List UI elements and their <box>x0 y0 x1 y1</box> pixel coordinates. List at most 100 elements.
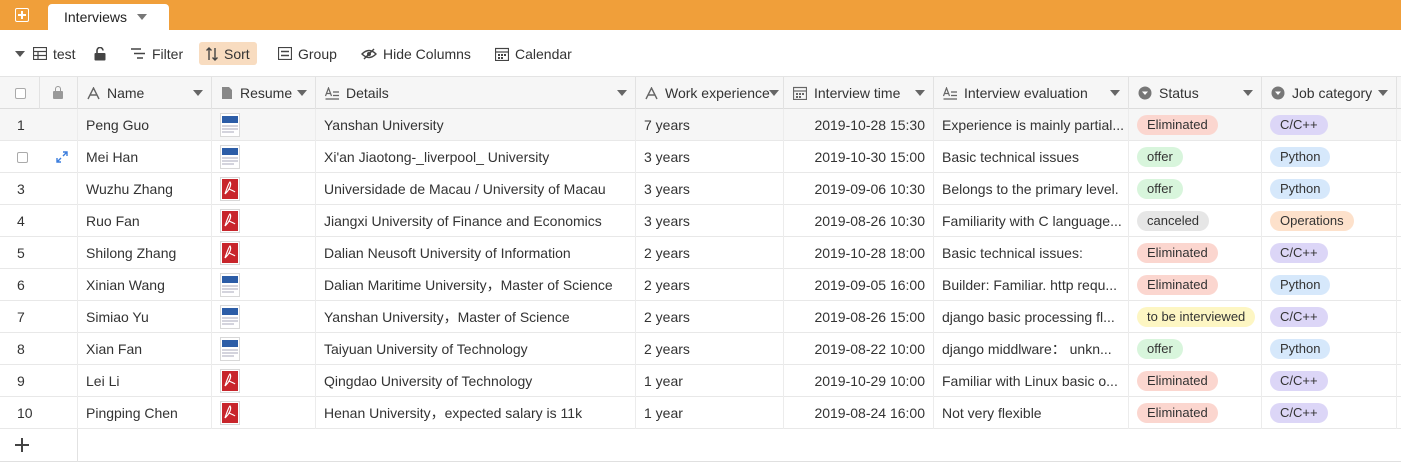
document-file-icon[interactable] <box>220 113 240 137</box>
cell-category[interactable]: Python <box>1262 333 1397 365</box>
table-row[interactable]: 4 Ruo Fan Jiangxi University of Finance an… <box>0 205 1401 237</box>
cell-num[interactable]: 3 <box>0 173 78 205</box>
cell-resume[interactable] <box>212 333 316 365</box>
cell-experience[interactable]: 7 years <box>636 109 784 141</box>
pdf-file-icon[interactable] <box>220 177 240 201</box>
cell-status[interactable]: canceled <box>1129 205 1262 237</box>
column-header-interview-time[interactable]: Interview time <box>784 77 934 109</box>
cell-num[interactable]: 4 <box>0 205 78 237</box>
pdf-file-icon[interactable] <box>220 401 240 425</box>
select-all-checkbox[interactable] <box>15 87 26 99</box>
column-menu-icon[interactable] <box>297 90 307 96</box>
cell-status[interactable]: Eliminated <box>1129 109 1262 141</box>
cell-details[interactable]: Yanshan University <box>316 109 636 141</box>
cell-status[interactable]: offer <box>1129 141 1262 173</box>
cell-category[interactable]: Python <box>1262 269 1397 301</box>
cell-time[interactable]: 2019-08-26 10:30 <box>784 205 934 237</box>
cell-time[interactable]: 2019-10-30 15:00 <box>784 141 934 173</box>
column-menu-icon[interactable] <box>617 90 627 96</box>
cell-name[interactable]: Xian Fan <box>78 333 212 365</box>
cell-status[interactable]: to be interviewed <box>1129 301 1262 333</box>
cell-time[interactable]: 2019-09-06 10:30 <box>784 173 934 205</box>
pdf-file-icon[interactable] <box>220 209 240 233</box>
cell-num[interactable]: 1 <box>0 109 78 141</box>
cell-resume[interactable] <box>212 109 316 141</box>
cell-details[interactable]: Xi'an Jiaotong-_liverpool_ University <box>316 141 636 173</box>
cell-num[interactable]: 8 <box>0 333 78 365</box>
cell-status[interactable]: Eliminated <box>1129 269 1262 301</box>
cell-details[interactable]: Henan University，expected salary is 11k <box>316 397 636 429</box>
cell-resume[interactable] <box>212 301 316 333</box>
table-row[interactable]: 7 Simiao Yu Yanshan University，Master of S… <box>0 301 1401 333</box>
cell-time[interactable]: 2019-10-29 10:00 <box>784 365 934 397</box>
column-menu-icon[interactable] <box>193 90 203 96</box>
group-button[interactable]: Group <box>278 42 337 65</box>
column-header-job-category[interactable]: Job category <box>1262 77 1397 109</box>
cell-num[interactable] <box>0 141 78 173</box>
cell-category[interactable]: Python <box>1262 173 1397 205</box>
column-menu-icon[interactable] <box>1378 90 1388 96</box>
cell-category[interactable]: C/C++ <box>1262 237 1397 269</box>
cell-num[interactable]: 10 <box>0 397 78 429</box>
calendar-button[interactable]: Calendar <box>495 42 572 65</box>
add-row[interactable] <box>0 429 1401 462</box>
cell-evaluation[interactable]: Basic technical issues <box>934 141 1129 173</box>
cell-time[interactable]: 2019-08-24 16:00 <box>784 397 934 429</box>
cell-experience[interactable]: 2 years <box>636 333 784 365</box>
cell-experience[interactable]: 3 years <box>636 173 784 205</box>
chevron-down-icon[interactable] <box>15 50 25 57</box>
document-file-icon[interactable] <box>220 337 240 361</box>
pdf-file-icon[interactable] <box>220 241 240 265</box>
cell-experience[interactable]: 2 years <box>636 237 784 269</box>
cell-evaluation[interactable]: Not very flexible <box>934 397 1129 429</box>
cell-resume[interactable] <box>212 205 316 237</box>
table-row[interactable]: 8 Xian Fan Taiyuan University of Technolog… <box>0 333 1401 365</box>
cell-num[interactable]: 5 <box>0 237 78 269</box>
cell-status[interactable]: offer <box>1129 333 1262 365</box>
cell-experience[interactable]: 3 years <box>636 141 784 173</box>
cell-category[interactable]: Python <box>1262 141 1397 173</box>
cell-name[interactable]: Pingping Chen <box>78 397 212 429</box>
row-checkbox[interactable] <box>17 151 28 163</box>
column-header-status[interactable]: Status <box>1129 77 1262 109</box>
select-all-cell[interactable] <box>0 77 40 109</box>
table-row[interactable]: 3 Wuzhu Zhang Universidade de Macau / Univ… <box>0 173 1401 205</box>
column-header-interview-evaluation[interactable]: Interview evaluation <box>934 77 1129 109</box>
cell-time[interactable]: 2019-08-22 10:00 <box>784 333 934 365</box>
cell-status[interactable]: Eliminated <box>1129 237 1262 269</box>
cell-experience[interactable]: 2 years <box>636 269 784 301</box>
cell-evaluation[interactable]: Familiar with Linux basic o... <box>934 365 1129 397</box>
cell-details[interactable]: Taiyuan University of Technology <box>316 333 636 365</box>
cell-details[interactable]: Dalian Neusoft University of Information <box>316 237 636 269</box>
cell-details[interactable]: Dalian Maritime University，Master of Sci… <box>316 269 636 301</box>
cell-details[interactable]: Yanshan University，Master of Science <box>316 301 636 333</box>
table-row[interactable]: Mei Han Xi'an Jiaotong-_liverpool_ Univer… <box>0 141 1401 173</box>
cell-time[interactable]: 2019-10-28 15:30 <box>784 109 934 141</box>
column-menu-icon[interactable] <box>915 90 925 96</box>
cell-name[interactable]: Mei Han <box>78 141 212 173</box>
cell-details[interactable]: Jiangxi University of Finance and Econom… <box>316 205 636 237</box>
cell-evaluation[interactable]: django middlware： unkn... <box>934 333 1129 365</box>
column-menu-icon[interactable] <box>1110 90 1120 96</box>
document-file-icon[interactable] <box>220 305 240 329</box>
pdf-file-icon[interactable] <box>220 369 240 393</box>
cell-evaluation[interactable]: Builder: Familiar. http requ... <box>934 269 1129 301</box>
tab-dropdown-icon[interactable] <box>137 14 147 20</box>
cell-name[interactable]: Simiao Yu <box>78 301 212 333</box>
cell-resume[interactable] <box>212 141 316 173</box>
filter-button[interactable]: Filter <box>131 42 183 65</box>
cell-experience[interactable]: 1 year <box>636 397 784 429</box>
cell-status[interactable]: offer <box>1129 173 1262 205</box>
cell-time[interactable]: 2019-10-28 18:00 <box>784 237 934 269</box>
column-header-resume[interactable]: Resume <box>212 77 316 109</box>
hide-columns-button[interactable]: Hide Columns <box>361 42 471 65</box>
column-header-name[interactable]: Name <box>78 77 212 109</box>
column-header-details[interactable]: Details <box>316 77 636 109</box>
table-row[interactable]: 5 Shilong Zhang Dalian Neusoft University … <box>0 237 1401 269</box>
column-menu-icon[interactable] <box>1243 90 1253 96</box>
cell-category[interactable]: C/C++ <box>1262 109 1397 141</box>
column-header-work-experience[interactable]: Work experience <box>636 77 784 109</box>
cell-experience[interactable]: 2 years <box>636 301 784 333</box>
cell-experience[interactable]: 1 year <box>636 365 784 397</box>
cell-resume[interactable] <box>212 269 316 301</box>
